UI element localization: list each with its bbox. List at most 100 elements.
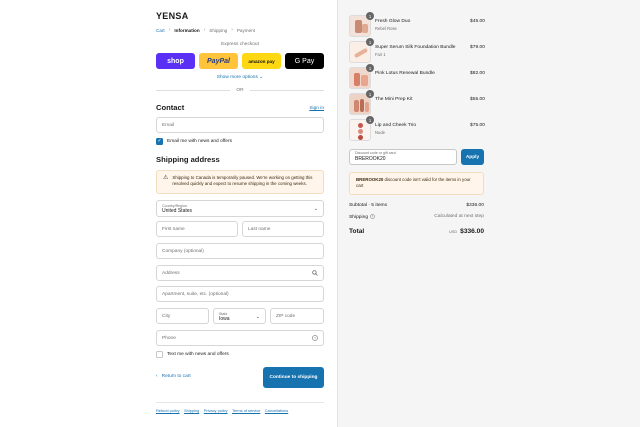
item-price: $82.00 (470, 71, 485, 76)
chevron-down-icon: ⌄ (255, 314, 260, 320)
quantity-badge: 1 (366, 38, 374, 46)
address-placeholder: Address (162, 270, 180, 276)
item-name: The Mini Prep Kit (375, 97, 413, 102)
total-row: Total USD $336.00 (349, 228, 484, 235)
company-field[interactable]: Company (optional) (156, 243, 324, 259)
text-news-label: Text me with news and offers (167, 352, 229, 357)
email-placeholder: Email (162, 122, 174, 128)
quantity-badge: 1 (366, 116, 374, 124)
discount-error-message: BREROOK20 discount code isn't valid for … (349, 172, 484, 195)
breadcrumb-shipping: Shipping (209, 27, 228, 33)
terms-of-service-link[interactable]: Terms of service (232, 408, 260, 413)
item-variant: Nude (375, 130, 386, 135)
or-label: OR (236, 88, 244, 93)
shipping-label: Shipping (349, 215, 369, 220)
company-placeholder: Company (optional) (162, 248, 204, 254)
divider-line (156, 90, 231, 91)
quantity-badge: 1 (366, 64, 374, 72)
shipping-policy-link[interactable]: Shipping (184, 408, 199, 413)
return-to-cart-link[interactable]: ‹ Return to cart (156, 374, 191, 379)
last-name-placeholder: Last name (248, 226, 271, 232)
state-select[interactable]: State Iowa ⌄ (213, 308, 266, 324)
discount-value: BREROOK20 (355, 156, 386, 162)
chevron-down-icon: ⌄ (313, 206, 318, 212)
shipping-notice: ⚠ Shipping to Canada is temporarily paus… (156, 170, 324, 194)
country-value: United States (162, 208, 193, 214)
shipping-value: Calculated at next step (434, 214, 484, 219)
country-select[interactable]: Country/Region United States ⌄ (156, 200, 324, 217)
shipping-label-group: Shipping ? (349, 214, 375, 221)
text-news-option[interactable]: Text me with news and offers (156, 351, 229, 358)
phone-placeholder: Phone (162, 335, 176, 341)
google-pay-button[interactable]: G Pay (285, 53, 324, 69)
cancellations-link[interactable]: Cancellations (265, 408, 288, 413)
return-to-cart-label: Return to cart (161, 374, 191, 379)
phone-field[interactable]: Phone ? (156, 330, 324, 346)
help-icon[interactable]: ? (312, 335, 318, 343)
refund-policy-link[interactable]: Refund policy (156, 408, 180, 413)
item-name: Pink Lotus Renewal Bundle (375, 71, 435, 76)
currency-code: USD (449, 230, 458, 234)
cart-item: 1 Fresh Glow Duo Rebel Rose $45.00 (349, 12, 485, 39)
show-more-options-link[interactable]: Show more options ⌄ (156, 75, 324, 80)
shipping-notice-text: Shipping to Canada is temporarily paused… (172, 175, 313, 186)
warning-icon: ⚠ (163, 175, 169, 181)
item-name: Lip and Cheek Trio (375, 123, 417, 128)
city-field[interactable]: City (156, 308, 209, 324)
zip-field[interactable]: ZIP code (270, 308, 324, 324)
cart-item: 1 Super Serum Silk Foundation Bundle Fai… (349, 38, 485, 65)
item-price: $45.00 (470, 19, 485, 24)
chevron-right-icon: › (168, 27, 171, 33)
item-price: $75.00 (470, 123, 485, 128)
svg-text:?: ? (314, 336, 316, 340)
total-value: $336.00 (460, 228, 484, 235)
chevron-right-icon: › (231, 27, 233, 33)
state-value: Iowa (219, 315, 230, 322)
email-news-option[interactable]: ✓ Email me with news and offers (156, 138, 232, 145)
item-name: Fresh Glow Duo (375, 19, 411, 24)
shop-pay-button[interactable]: shop (156, 53, 195, 69)
search-icon (312, 270, 318, 278)
continue-to-shipping-button[interactable]: Continue to shipping (263, 367, 324, 388)
discount-error-code: BREROOK20 (356, 177, 384, 182)
item-name: Super Serum Silk Foundation Bundle (375, 45, 456, 50)
last-name-field[interactable]: Last name (242, 221, 324, 237)
express-checkout-label: Express checkout (221, 42, 259, 47)
apartment-field[interactable]: Apartment, suite, etc. (optional) (156, 286, 324, 302)
item-price: $55.00 (470, 97, 485, 102)
first-name-field[interactable]: First name (156, 221, 238, 237)
shipping-address-heading: Shipping address (156, 155, 220, 164)
divider-line (249, 90, 325, 91)
privacy-policy-link[interactable]: Privacy policy (204, 408, 228, 413)
sign-in-link[interactable]: Sign in (300, 106, 324, 111)
shipping-row: Shipping ? Calculated at next step (349, 214, 484, 221)
breadcrumb-cart[interactable]: Cart (156, 28, 165, 33)
apply-discount-button[interactable]: Apply (461, 149, 484, 165)
cart-item: 1 Lip and Cheek Trio Nude $75.00 (349, 116, 485, 143)
item-price: $79.00 (470, 45, 485, 50)
breadcrumb-payment: Payment (236, 27, 255, 33)
discount-code-field[interactable]: Discount code or gift card BREROOK20 (349, 149, 457, 165)
email-news-checkbox[interactable]: ✓ (156, 138, 163, 145)
address-field[interactable]: Address (156, 265, 324, 281)
subtotal-label: Subtotal · 5 items (349, 203, 388, 208)
zip-placeholder: ZIP code (276, 313, 296, 319)
first-name-placeholder: First name (162, 226, 185, 232)
total-label: Total (349, 228, 365, 235)
quantity-badge: 1 (366, 12, 374, 20)
quantity-badge: 1 (366, 90, 374, 98)
amazon-pay-button[interactable]: amazon pay (242, 53, 281, 69)
store-logo[interactable]: YENSA (156, 11, 189, 21)
apartment-placeholder: Apartment, suite, etc. (optional) (162, 291, 229, 297)
text-news-checkbox[interactable] (156, 351, 163, 358)
total-value-group: USD $336.00 (449, 228, 484, 235)
contact-heading: Contact (156, 103, 185, 112)
footer-links: Refund policy Shipping Privacy policy Te… (156, 408, 288, 413)
city-placeholder: City (162, 313, 171, 319)
help-icon[interactable]: ? (370, 214, 375, 221)
paypal-button[interactable]: PayPal (199, 53, 238, 69)
cart-item: 1 Pink Lotus Renewal Bundle $82.00 (349, 64, 485, 91)
subtotal-value: $336.00 (466, 203, 484, 208)
footer-divider (156, 402, 324, 403)
email-field[interactable]: Email (156, 117, 324, 133)
